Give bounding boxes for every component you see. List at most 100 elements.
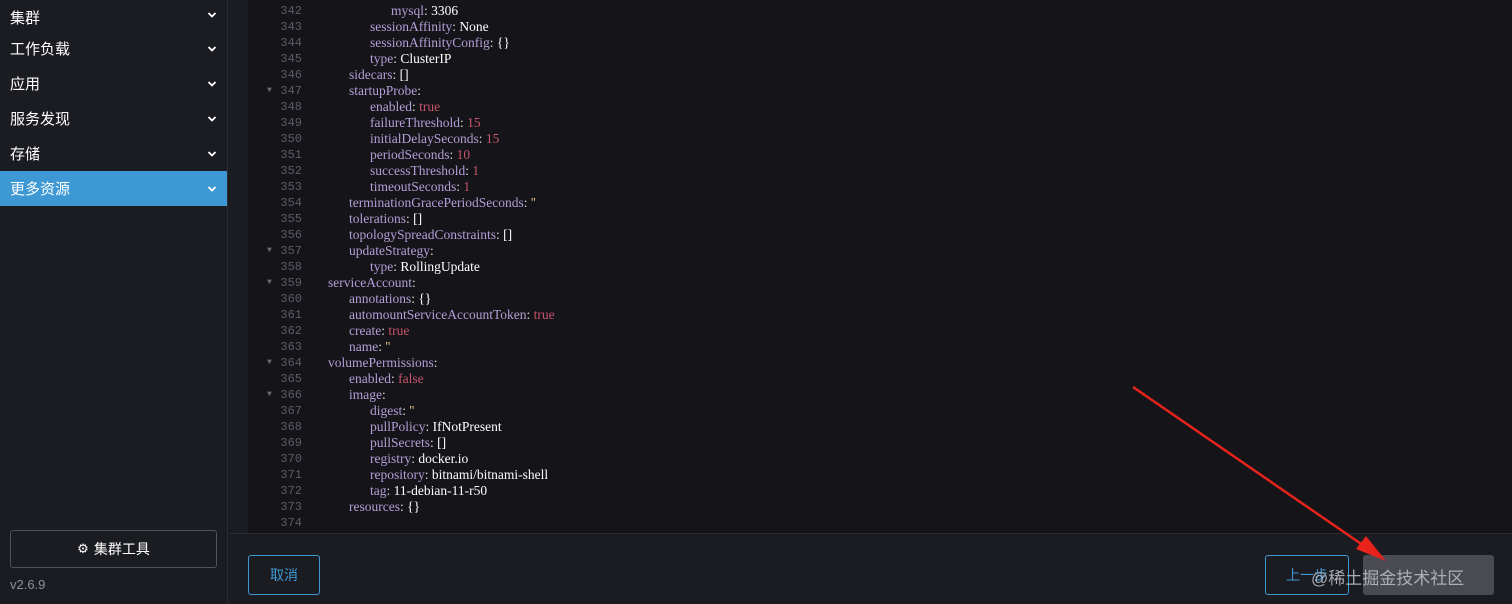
line-number: 346 [280, 68, 302, 82]
code-line: timeoutSeconds: 1 [370, 179, 471, 194]
line-number: 357 [280, 244, 302, 258]
yaml-key: type [370, 51, 394, 66]
main-panel: 342 mysql: 3306 343 sessionAffinity: None 34… [229, 0, 1512, 604]
line-number: 373 [280, 500, 302, 514]
yaml-value: IfNotPresent [432, 419, 502, 434]
sidebar-item-label: 更多资源 [10, 181, 71, 198]
line-number: 352 [280, 164, 302, 178]
code-line: sessionAffinity: None [370, 19, 489, 34]
yaml-value: None [459, 19, 489, 34]
line-number: 364 [280, 356, 302, 370]
line-number: 372 [280, 484, 302, 498]
line-number: 344 [280, 36, 302, 50]
code-line: type: ClusterIP [370, 51, 452, 66]
yaml-value: 10 [456, 147, 471, 162]
code-line: terminationGracePeriodSeconds: '' [349, 195, 536, 210]
line-number: 342 [280, 4, 302, 18]
chevron-down-icon [207, 150, 217, 157]
yaml-key: pullPolicy [370, 419, 426, 434]
yaml-key: periodSeconds [370, 147, 450, 162]
yaml-value: 1 [463, 179, 471, 194]
yaml-value: true [533, 307, 555, 322]
sidebar-item-label: 工作负载 [10, 41, 71, 58]
fold-toggle-icon[interactable]: ▼ [267, 355, 277, 371]
sidebar-item-storage[interactable]: 存储 [0, 136, 227, 171]
sidebar: 集群 工作负载 应用 服务发现 存储 更多资源 ⚙ 集群工具 v2.6.9 [0, 0, 228, 604]
yaml-value: {} [496, 35, 510, 50]
sidebar-item-label: 存储 [10, 146, 41, 163]
code-line: repository: bitnami/bitnami-shell [370, 467, 549, 482]
line-number: 345 [280, 52, 302, 66]
code-line: tolerations: [] [349, 211, 423, 226]
fold-toggle-icon[interactable]: ▼ [267, 387, 277, 403]
sidebar-item-label: 服务发现 [10, 111, 71, 128]
line-number: 347 [280, 84, 302, 98]
yaml-key: topologySpreadConstraints [349, 227, 496, 242]
yaml-key: failureThreshold [370, 115, 460, 130]
code-line: create: true [349, 323, 410, 338]
code-line: mysql: 3306 [391, 3, 459, 18]
code-line: successThreshold: 1 [370, 163, 480, 178]
line-number: 362 [280, 324, 302, 338]
yaml-key: initialDelaySeconds [370, 131, 479, 146]
footer-bar: 取消 上一步 @稀土掘金技术社区 [229, 533, 1512, 604]
yaml-key: mysql [391, 3, 425, 18]
code-line: serviceAccount: [328, 275, 420, 290]
yaml-key: digest [370, 403, 403, 418]
yaml-value: bitnami/bitnami-shell [431, 467, 549, 482]
fold-toggle-icon[interactable]: ▼ [267, 83, 277, 99]
line-number: 374 [280, 516, 302, 530]
fold-toggle-icon[interactable]: ▼ [267, 243, 277, 259]
line-number: 363 [280, 340, 302, 354]
cluster-tools-button[interactable]: ⚙ 集群工具 [10, 530, 217, 568]
yaml-value: RollingUpdate [400, 259, 480, 274]
yaml-value: '' [530, 195, 536, 210]
code-line: periodSeconds: 10 [370, 147, 471, 162]
yaml-value: 1 [472, 163, 480, 178]
yaml-value: 15 [467, 115, 481, 130]
yaml-key: image [349, 387, 382, 402]
yaml-value: '' [409, 403, 415, 418]
code-line: initialDelaySeconds: 15 [370, 131, 500, 146]
yaml-key: volumePermissions [328, 355, 434, 370]
yaml-editor[interactable]: 342 mysql: 3306 343 sessionAffinity: None 34… [248, 0, 1512, 533]
sidebar-item-service-discovery[interactable]: 服务发现 [0, 101, 227, 136]
fold-toggle-icon[interactable]: ▼ [267, 275, 277, 291]
yaml-key: annotations [349, 291, 412, 306]
sidebar-item-more-resources[interactable]: 更多资源 [0, 171, 227, 206]
watermark: @稀土掘金技术社区 [1311, 569, 1465, 588]
yaml-key: serviceAccount [328, 275, 412, 290]
yaml-key: registry [370, 451, 412, 466]
yaml-key: updateStrategy [349, 243, 430, 258]
line-number: 369 [280, 436, 302, 450]
cancel-button[interactable]: 取消 [248, 555, 320, 595]
yaml-value: true [419, 99, 441, 114]
yaml-key: type [370, 259, 394, 274]
code-line: sessionAffinityConfig: {} [370, 35, 510, 50]
code-line: registry: docker.io [370, 451, 469, 466]
line-number: 359 [280, 276, 302, 290]
yaml-value: 11-debian-11-r50 [393, 483, 488, 498]
sidebar-item-cluster[interactable]: 集群 [0, 0, 227, 31]
yaml-key: resources [349, 499, 400, 514]
yaml-key: sessionAffinity [370, 19, 453, 34]
sidebar-item-workloads[interactable]: 工作负载 [0, 31, 227, 66]
code-line: volumePermissions: [328, 355, 441, 370]
yaml-key: name [349, 339, 379, 354]
code-line: pullSecrets: [] [370, 435, 447, 450]
code-line: updateStrategy: [349, 243, 438, 258]
chevron-down-icon [207, 45, 217, 52]
yaml-value: 3306 [431, 3, 459, 18]
sidebar-item-apps[interactable]: 应用 [0, 66, 227, 101]
line-number: 365 [280, 372, 302, 386]
line-number: 356 [280, 228, 302, 242]
yaml-value: {} [418, 291, 432, 306]
yaml-value: ClusterIP [400, 51, 452, 66]
line-number: 371 [280, 468, 302, 482]
line-number: 354 [280, 196, 302, 210]
chevron-down-icon [207, 80, 217, 87]
yaml-key: create [349, 323, 382, 338]
yaml-key: enabled [370, 99, 412, 114]
yaml-value: '' [385, 339, 391, 354]
yaml-key: timeoutSeconds [370, 179, 457, 194]
